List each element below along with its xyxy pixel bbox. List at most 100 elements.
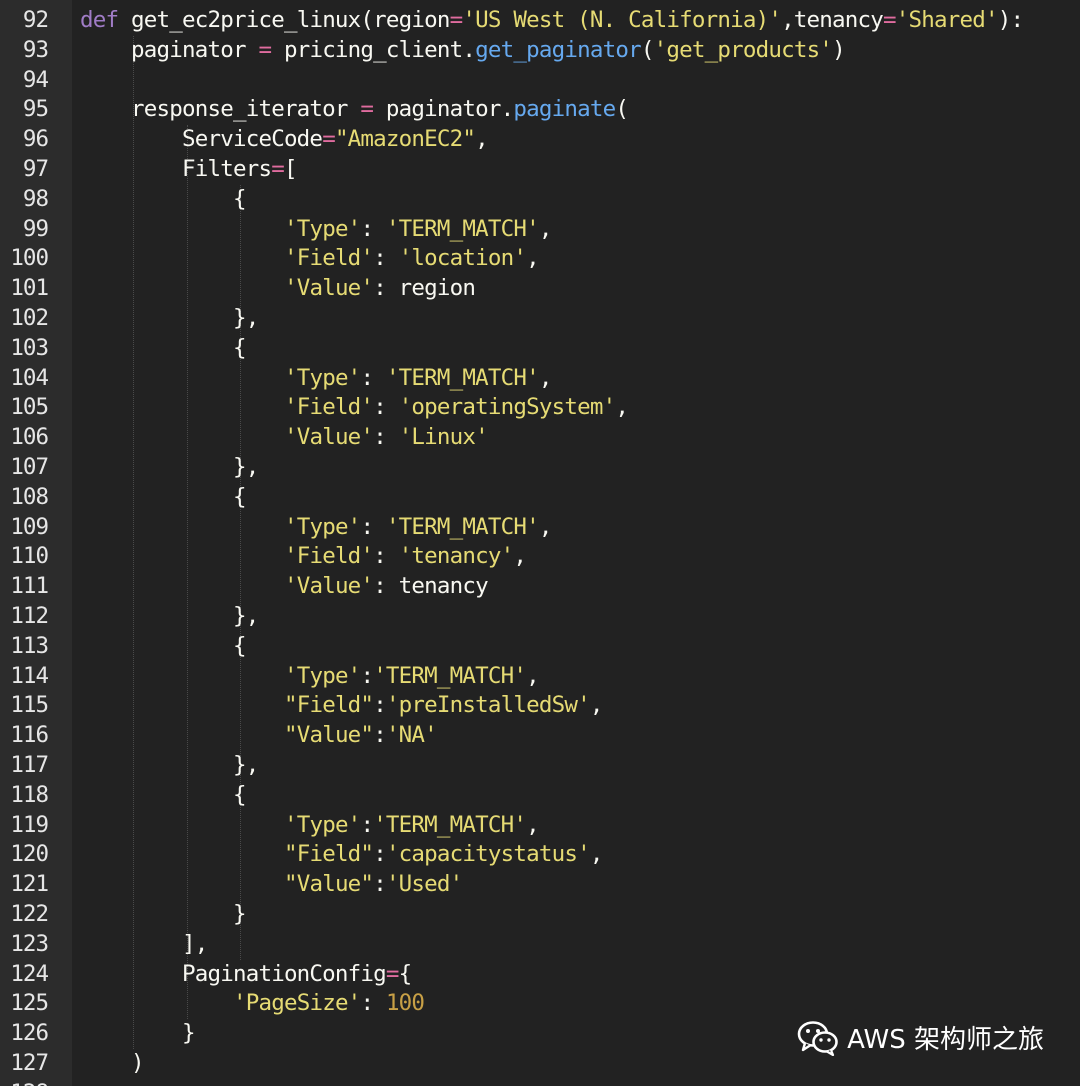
line-number: 114 xyxy=(10,662,49,689)
code-line[interactable]: "Value":'Used' xyxy=(80,870,463,900)
code-line[interactable]: } xyxy=(80,1019,196,1049)
code-line[interactable]: "Field":'capacitystatus', xyxy=(80,840,603,870)
code-token: , xyxy=(615,394,629,421)
code-token: "Field" xyxy=(283,692,374,719)
line-number: 92 xyxy=(22,7,49,33)
line-number: 93 xyxy=(22,36,49,63)
code-line[interactable]: 'Field': 'tenancy', xyxy=(80,542,527,572)
code-line[interactable]: Filters=[ xyxy=(80,155,298,185)
code-token: , xyxy=(513,543,527,570)
code-token: "Value" xyxy=(283,871,374,898)
code-token: get_paginator xyxy=(475,36,642,63)
code-line[interactable]: PaginationConfig={ xyxy=(80,960,413,990)
code-token: { xyxy=(80,781,247,808)
code-line[interactable]: 'Type':'TERM_MATCH', xyxy=(80,662,540,692)
code-line[interactable]: }, xyxy=(80,304,259,334)
code-line[interactable]: 'Type': 'TERM_MATCH', xyxy=(80,364,552,394)
code-line[interactable]: } xyxy=(80,900,247,930)
line-number: 110 xyxy=(10,543,49,570)
code-line[interactable]: "Field":'preInstalledSw', xyxy=(80,691,603,721)
line-number: 117 xyxy=(10,752,49,778)
code-line[interactable]: 'Type': 'TERM_MATCH', xyxy=(80,215,552,245)
code-line[interactable]: ], xyxy=(80,930,208,960)
code-token: 'TERM_MATCH' xyxy=(373,811,527,838)
code-token: 'US West (N. California)' xyxy=(462,7,782,33)
code-token: } xyxy=(80,901,247,927)
line-number: 103 xyxy=(10,334,49,361)
code-token: , xyxy=(538,364,553,391)
line-number: 101 xyxy=(10,275,49,302)
code-token: = xyxy=(449,7,464,33)
line-number: 116 xyxy=(10,722,49,749)
line-number: 95 xyxy=(22,96,49,123)
code-token: ], xyxy=(80,930,208,957)
code-token: 'capacitystatus' xyxy=(385,841,591,868)
code-token: = xyxy=(360,96,374,123)
code-line[interactable]: ServiceCode="AmazonEC2", xyxy=(80,125,489,155)
code-line[interactable]: "Value":'NA' xyxy=(80,721,438,751)
line-number: 104 xyxy=(10,364,49,391)
code-area[interactable]: def get_ec2price_linux(region='US West (… xyxy=(72,0,1080,1086)
code-line[interactable]: 'Value': region xyxy=(80,274,476,304)
code-editor[interactable]: 92 93 94 95 96 97 98 99 100 101 102 103 104 105 106 107… xyxy=(0,0,1080,1086)
line-number: 113 xyxy=(10,632,49,659)
code-token: 'Value' xyxy=(283,424,374,451)
code-line[interactable]: 'Field': 'operatingSystem', xyxy=(80,393,629,423)
code-line[interactable]: def get_ec2price_linux(region='US West (… xyxy=(80,6,1024,36)
code-token: : xyxy=(360,990,386,1017)
code-token: ) xyxy=(832,36,846,63)
code-line[interactable]: 'Value': tenancy xyxy=(80,572,489,602)
line-number: 97 xyxy=(22,156,49,182)
code-token: }, xyxy=(80,454,259,480)
code-token: 'location' xyxy=(398,245,527,272)
code-token: ( xyxy=(640,36,655,63)
code-token: 'preInstalledSw' xyxy=(385,692,591,719)
line-number: 108 xyxy=(10,483,49,510)
code-line[interactable]: response_iterator = paginator.paginate( xyxy=(80,95,629,125)
code-token: 'Type' xyxy=(283,662,361,689)
code-token: = xyxy=(258,36,272,63)
code-line[interactable]: }, xyxy=(80,751,259,781)
code-line[interactable]: 'PageSize': 100 xyxy=(80,989,425,1019)
line-number: 122 xyxy=(10,901,49,927)
code-token: 'Used' xyxy=(385,871,463,898)
code-token: : xyxy=(373,424,399,451)
code-line[interactable]: paginator = pricing_client.get_paginator… xyxy=(80,36,846,66)
watermark: AWS 架构师之旅 xyxy=(797,1019,1044,1056)
code-line[interactable]: { xyxy=(80,632,247,662)
code-line[interactable]: 'Type':'TERM_MATCH', xyxy=(80,811,540,841)
code-token: , xyxy=(526,662,540,689)
code-token: 'Type' xyxy=(283,513,361,540)
code-line[interactable]: 'Type': 'TERM_MATCH', xyxy=(80,513,552,543)
line-number: 125 xyxy=(10,990,49,1017)
code-token: { xyxy=(80,185,247,212)
line-number: 96 xyxy=(22,126,49,153)
line-number: 106 xyxy=(10,424,49,451)
code-line[interactable]: }, xyxy=(80,602,259,632)
code-token: "Field" xyxy=(283,841,374,868)
code-token: 'TERM_MATCH' xyxy=(385,364,540,391)
code-token: ,tenancy xyxy=(781,7,884,33)
code-line[interactable]: { xyxy=(80,185,247,215)
code-token: { xyxy=(398,960,413,987)
line-number: 99 xyxy=(22,215,49,242)
code-line[interactable]: 'Field': 'location', xyxy=(80,244,540,274)
code-line[interactable]: ) xyxy=(80,1049,145,1079)
code-line[interactable]: { xyxy=(80,781,247,811)
code-token: paginate xyxy=(513,96,616,123)
code-token: 'Type' xyxy=(283,215,361,242)
code-line[interactable]: 'Value': 'Linux' xyxy=(80,423,489,453)
code-line[interactable]: { xyxy=(80,483,247,513)
code-token: pricing_client. xyxy=(271,36,476,63)
code-token: : xyxy=(373,394,399,421)
code-line[interactable]: }, xyxy=(80,453,259,483)
code-token: = xyxy=(271,156,285,182)
code-line[interactable]: { xyxy=(80,334,247,364)
line-number: 105 xyxy=(10,394,49,421)
code-token: [ xyxy=(283,156,298,182)
